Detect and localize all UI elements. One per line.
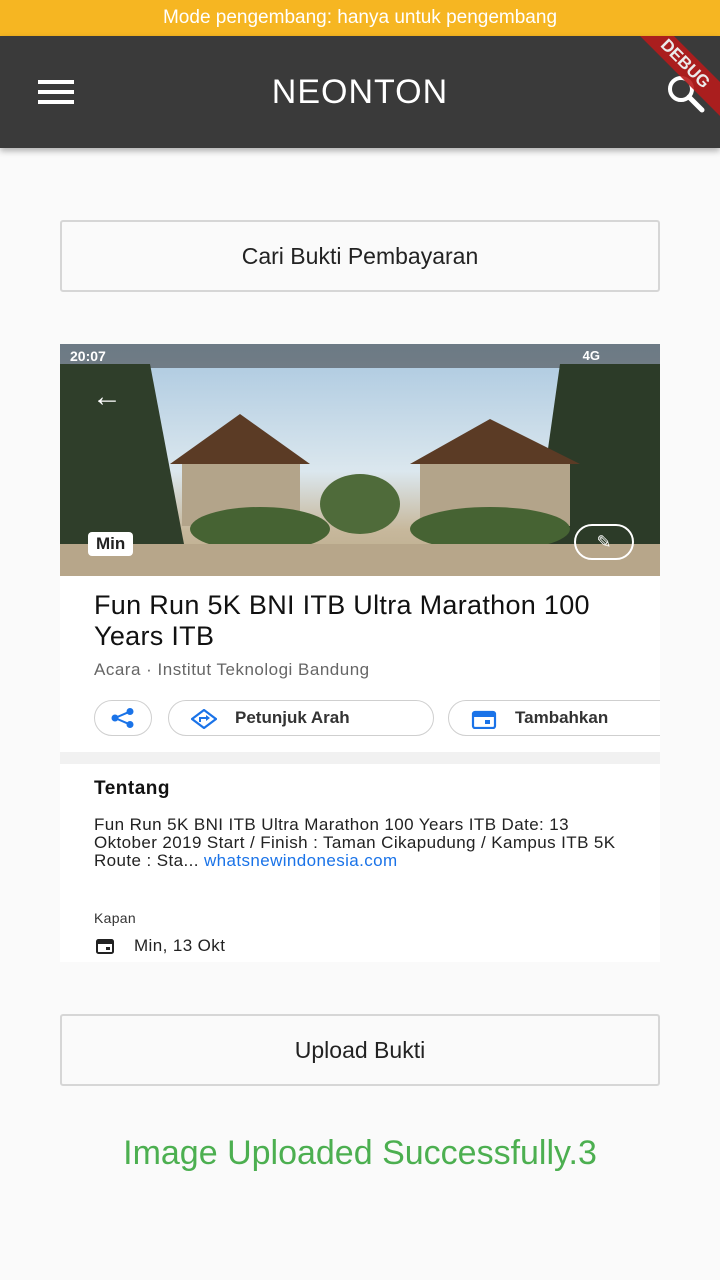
edit-icon: ✎ — [574, 524, 634, 560]
campus-scene-illustration — [60, 344, 660, 576]
photo-status-network: 4G — [582, 348, 600, 363]
uploaded-proof-image: 20:07 4G ← Min ✎ Fun Run 5K BNI ITB Ultr… — [60, 344, 660, 962]
directions-label: Petunjuk Arah — [235, 708, 350, 727]
app-title: NEONTON — [271, 73, 449, 111]
event-subtitle: Acara · Institut Teknologi Bandung — [94, 660, 370, 679]
campus-photo: 20:07 4G ← Min ✎ — [60, 344, 660, 576]
day-badge: Min — [88, 532, 134, 556]
share-chip — [94, 700, 152, 736]
share-icon — [111, 708, 134, 728]
back-arrow-icon: ← — [92, 380, 122, 413]
add-calendar-chip: Tambahkan — [448, 700, 660, 736]
directions-icon — [191, 709, 217, 729]
about-heading: Tentang — [94, 778, 170, 799]
developer-mode-banner: Mode pengembang: hanya untuk pengembang — [0, 0, 720, 36]
add-label: Tambahkan — [515, 708, 609, 727]
when-value: Min, 13 Okt — [134, 936, 226, 955]
event-date-icon — [96, 939, 114, 954]
upload-proof-button[interactable]: Upload Bukti — [60, 1014, 660, 1086]
event-card: Fun Run 5K BNI ITB Ultra Marathon 100 Ye… — [60, 576, 660, 752]
about-card: Tentang Fun Run 5K BNI ITB Ultra Maratho… — [60, 764, 660, 962]
event-title: Fun Run 5K BNI ITB Ultra Marathon 100 Ye… — [94, 590, 590, 651]
photo-status-time: 20:07 — [70, 348, 106, 364]
about-link: whatsnewindonesia.com — [203, 851, 398, 870]
upload-status-message: Image Uploaded Successfully.3 — [123, 1134, 597, 1172]
about-text: Fun Run 5K BNI ITB Ultra Marathon 100 Ye… — [94, 816, 634, 870]
calendar-icon — [471, 710, 497, 729]
directions-chip: Petunjuk Arah — [168, 700, 434, 736]
app-bar: NEONTON DEBUG — [0, 36, 720, 148]
when-label: Kapan — [94, 910, 136, 926]
search-payment-proof-button[interactable]: Cari Bukti Pembayaran — [60, 220, 660, 292]
